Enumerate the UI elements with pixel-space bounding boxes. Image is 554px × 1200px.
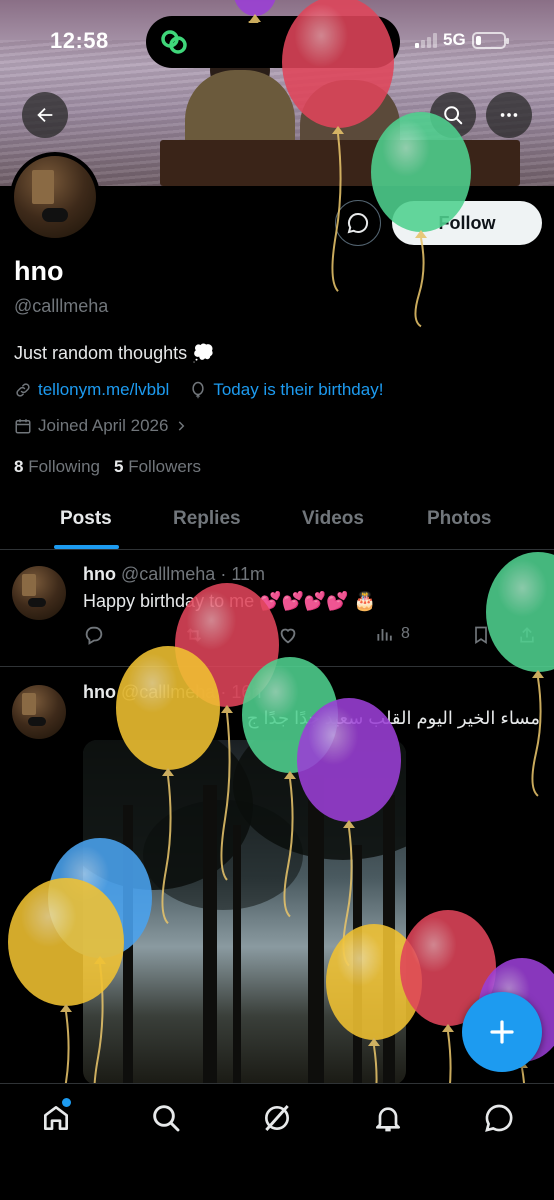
post-author-name[interactable]: hno [83,682,116,702]
link-icon [16,383,30,397]
post-text: مساء الخير اليوم القلب سعيد جدًا جدًا ج [246,708,540,728]
network-type: 5G [443,30,466,49]
repost-icon [186,628,202,642]
tab-posts[interactable]: Posts [60,508,112,530]
tab-videos[interactable]: Videos [302,508,364,530]
nav-search[interactable] [138,1098,194,1138]
tab-replies[interactable]: Replies [173,508,241,530]
following-count-link[interactable]: 8 Following [14,457,100,477]
plus-icon [490,1020,514,1044]
status-time: 12:58 [50,28,109,53]
banner-bench [160,140,520,186]
nav-grok[interactable] [249,1098,305,1138]
profile-meta-row: tellonym.me/lvbbl Today is their birthda… [14,380,383,400]
post-text: Happy birthday to me 💕💕💕💕 🎂 [83,591,377,611]
followers-count: 5 [114,457,124,476]
followers-count-link[interactable]: 5 Followers [114,457,201,477]
joined-row[interactable]: Joined April 2026 [14,416,188,436]
like-button[interactable] [277,624,299,646]
followers-label: Followers [128,457,201,476]
post-author-name[interactable]: hno [83,564,116,584]
home-notification-dot [62,1098,71,1107]
bookmark-button[interactable] [471,624,491,646]
photo-tree [123,805,133,1085]
bottom-navigation [0,1083,554,1200]
avatar-door [22,693,36,715]
search-icon [153,1105,180,1132]
notifications-icon [376,1107,400,1132]
status-indicators: 5G [415,30,509,50]
post-avatar[interactable] [12,566,66,620]
more-icon [500,113,518,117]
views-icon [377,629,392,641]
following-label: Following [28,457,101,476]
following-count: 8 [14,457,24,476]
avatar-cat [28,598,46,607]
avatar-cat [42,208,68,222]
link-chain-icon [161,30,187,54]
nav-home[interactable] [28,1098,84,1138]
repost-button[interactable] [183,624,205,646]
reply-icon [85,626,103,645]
post-handle-time: @calllmeha · 11m [121,564,265,584]
post-avatar[interactable] [12,685,66,739]
joined-date: Joined April 2026 [38,416,169,435]
post-header: hno @calllmeha · 16h [83,682,261,703]
nav-notifications[interactable] [360,1098,416,1138]
avatar-cat [28,717,46,726]
photo-tree [353,845,362,1085]
profile-link[interactable]: tellonym.me/lvbbl [38,380,169,400]
chevron-right-icon [179,421,185,431]
profile-bio: Just random thoughts 💭 [14,343,215,363]
post-photo[interactable] [83,740,406,1085]
profile-avatar[interactable] [10,152,100,242]
post-header: hno @calllmeha · 11m [83,564,265,585]
avatar-door [32,170,54,204]
reply-button[interactable] [83,624,105,646]
follow-button[interactable]: Follow [392,201,542,245]
share-icon [520,627,534,643]
post-divider [0,666,554,667]
photo-tree [308,775,324,1085]
compose-button[interactable] [462,992,542,1072]
message-icon [347,212,369,234]
post-actions: 8 [83,624,543,650]
active-tab-indicator [54,545,119,549]
bookmark-icon [475,626,487,645]
share-button[interactable] [517,624,537,646]
calendar-icon [15,419,31,434]
profile-tabs: Posts Replies Videos Photos [0,498,554,550]
back-arrow-icon [37,107,53,123]
signal-icon [415,32,437,48]
more-button[interactable] [486,92,532,138]
photo-tree [203,785,217,1085]
balloon-icon [192,381,204,399]
views-count: 8 [401,625,410,642]
messages-icon [485,1104,513,1132]
back-button[interactable] [22,92,68,138]
tab-photos[interactable]: Photos [427,508,491,530]
views-button[interactable]: 8 [375,624,410,644]
message-button[interactable] [335,200,381,246]
photo-foliage [143,800,303,910]
birthday-text[interactable]: Today is their birthday! [213,380,383,400]
profile-handle: @calllmeha [14,296,109,316]
photo-tree [383,795,395,1085]
battery-icon [471,31,509,49]
heart-icon [280,628,296,644]
grok-icon [265,1105,289,1131]
search-button[interactable] [430,92,476,138]
post-handle-time: @calllmeha · 16h [121,682,262,702]
photo-tree [233,825,241,1085]
nav-messages[interactable] [471,1098,527,1138]
search-icon [444,106,463,125]
balloon-icon [486,552,554,797]
follow-counts: 8 Following 5 Followers [14,457,201,477]
avatar-door [22,574,36,596]
display-name: hno [14,256,64,286]
